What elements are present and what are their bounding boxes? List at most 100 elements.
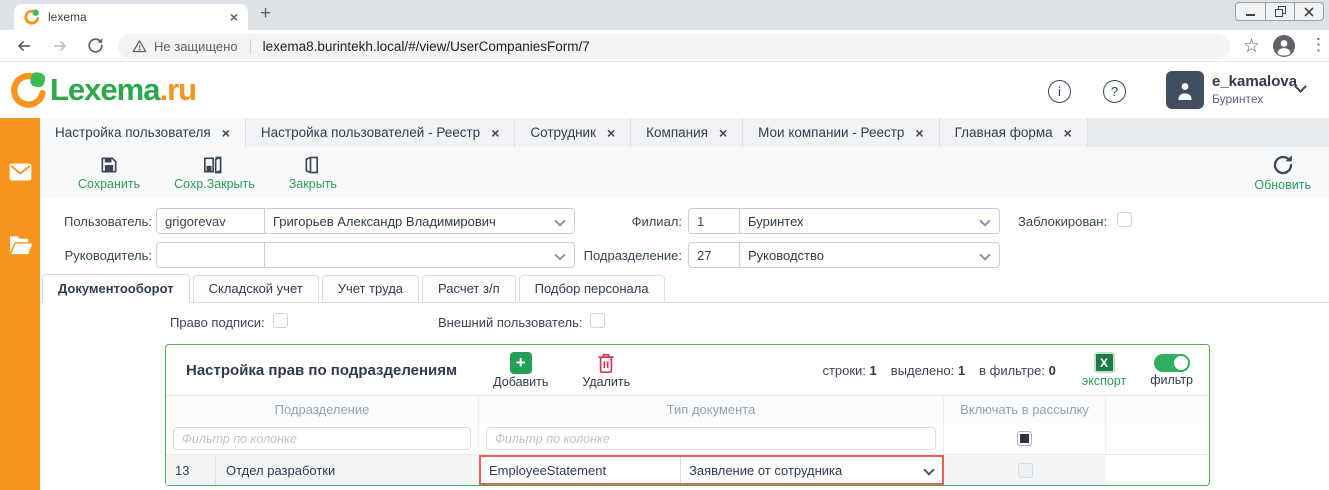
bookmark-star-icon[interactable]: ☆ bbox=[1243, 35, 1260, 58]
row-doc-type-cell-selected[interactable]: Заявление от сотрудника bbox=[479, 455, 944, 485]
save-close-button[interactable]: Сохр.Закрыть bbox=[174, 155, 255, 191]
tab-my-companies-registry[interactable]: Мои компании - Реестр× bbox=[743, 118, 939, 147]
department-code-input[interactable] bbox=[689, 243, 740, 267]
row-department-cell[interactable]: 13 Отдел разработки bbox=[166, 455, 479, 485]
blocked-label: Заблокирован: bbox=[1018, 214, 1107, 229]
form-toolbar: Сохранить Сохр.Закрыть Закрыть Обновить bbox=[40, 147, 1329, 198]
security-label[interactable]: Не защищено bbox=[154, 39, 238, 54]
delete-row-button[interactable]: Удалить bbox=[582, 352, 630, 389]
subtab-warehouse[interactable]: Складской учет bbox=[193, 275, 319, 302]
filter-toggle[interactable]: фильтр bbox=[1150, 354, 1193, 387]
add-row-button[interactable]: + Добавить bbox=[493, 352, 548, 389]
tab-close-icon[interactable]: × bbox=[222, 126, 230, 140]
url-field[interactable]: Не защищено lexema8.burintekh.local/#/vi… bbox=[118, 34, 1230, 59]
user-avatar[interactable] bbox=[1166, 71, 1204, 109]
user-name[interactable]: e_kamalova bbox=[1212, 73, 1297, 90]
branch-combo[interactable]: Буринтех bbox=[688, 208, 1000, 234]
sign-right-checkbox[interactable] bbox=[273, 313, 288, 328]
profile-avatar-icon[interactable] bbox=[1272, 34, 1296, 58]
mailing-checkbox[interactable] bbox=[1018, 463, 1033, 478]
blocked-checkbox[interactable] bbox=[1117, 212, 1132, 227]
chevron-down-icon[interactable] bbox=[979, 215, 990, 226]
column-header-doc-type[interactable]: Тип документа bbox=[479, 396, 944, 423]
excel-icon: X bbox=[1094, 352, 1115, 373]
browser-menu-icon[interactable]: ⋮ bbox=[1310, 35, 1327, 55]
restore-button[interactable] bbox=[1265, 3, 1294, 20]
divider bbox=[250, 39, 251, 54]
branch-code-input[interactable] bbox=[689, 209, 740, 233]
subtab-document-flow[interactable]: Документооборот bbox=[42, 274, 190, 303]
department-combo[interactable]: Руководство bbox=[688, 242, 1000, 268]
help-button[interactable]: ? bbox=[1103, 80, 1126, 103]
close-label: Закрыть bbox=[289, 177, 337, 191]
section-tabs: Документооборот Складской учет Учет труд… bbox=[40, 272, 1329, 303]
folder-icon[interactable] bbox=[9, 235, 33, 255]
subtab-payroll[interactable]: Расчет з/п bbox=[422, 275, 516, 302]
tab-user-settings[interactable]: Настройка пользователя× bbox=[40, 118, 246, 147]
manager-combo[interactable] bbox=[156, 242, 575, 268]
tab-label: Настройка пользователей - Реестр bbox=[261, 125, 480, 140]
tab-close-icon[interactable]: × bbox=[491, 126, 499, 140]
add-label: Добавить bbox=[493, 375, 548, 389]
chevron-down-icon[interactable] bbox=[979, 249, 990, 260]
mail-icon[interactable] bbox=[9, 163, 32, 181]
back-icon[interactable] bbox=[14, 36, 34, 56]
chevron-down-icon[interactable] bbox=[554, 215, 565, 226]
tab-company[interactable]: Компания× bbox=[631, 118, 743, 147]
tab-close-icon[interactable]: × bbox=[230, 10, 238, 24]
column-header-mailing[interactable]: Включать в рассылку bbox=[944, 396, 1106, 423]
left-sidebar bbox=[0, 118, 40, 490]
forward-icon[interactable] bbox=[50, 36, 70, 56]
close-window-button[interactable] bbox=[1294, 3, 1323, 20]
doc-type-filter-input[interactable] bbox=[486, 427, 936, 450]
browser-tab[interactable]: lexema × bbox=[14, 4, 248, 30]
export-button[interactable]: X экспорт bbox=[1082, 352, 1126, 388]
sign-right-label: Право подписи: bbox=[170, 315, 265, 330]
subtab-labor[interactable]: Учет труда bbox=[322, 275, 419, 302]
selected-counter: выделено: 1 bbox=[891, 363, 965, 378]
reload-icon[interactable] bbox=[86, 36, 105, 55]
subtab-recruiting[interactable]: Подбор персонала bbox=[519, 275, 665, 302]
row-empty-cell bbox=[1106, 455, 1209, 485]
user-combo[interactable]: Григорьев Александр Владимирович bbox=[156, 208, 575, 234]
manager-code-input[interactable] bbox=[157, 243, 265, 267]
options-row: Право подписи: Внешний пользователь: bbox=[40, 303, 1329, 341]
tab-close-icon[interactable]: × bbox=[607, 126, 615, 140]
refresh-button[interactable]: Обновить bbox=[1254, 153, 1311, 192]
external-user-checkbox[interactable] bbox=[590, 313, 605, 328]
url-text[interactable]: lexema8.burintekh.local/#/view/UserCompa… bbox=[263, 39, 590, 54]
tab-employee[interactable]: Сотрудник × bbox=[515, 118, 631, 147]
department-filter-input[interactable] bbox=[173, 427, 471, 450]
doc-type-name-value: Заявление от сотрудника bbox=[681, 457, 925, 483]
doc-type-code-input[interactable] bbox=[481, 457, 681, 483]
user-code-input[interactable] bbox=[157, 209, 265, 233]
chevron-down-icon[interactable] bbox=[923, 464, 934, 475]
info-button[interactable]: i bbox=[1048, 80, 1071, 103]
app-header: Lexema.ru i ? e_kamalova Буринтех bbox=[0, 62, 1329, 118]
new-tab-button[interactable]: + bbox=[260, 3, 271, 25]
table-row[interactable]: 13 Отдел разработки Заявление от сотрудн… bbox=[166, 454, 1209, 485]
tab-close-icon[interactable]: × bbox=[719, 126, 727, 140]
chevron-down-icon[interactable] bbox=[554, 249, 565, 260]
column-header-department[interactable]: Подразделение bbox=[166, 396, 479, 423]
row-mailing-cell[interactable] bbox=[944, 455, 1106, 485]
grid-filter-row bbox=[166, 423, 1209, 454]
close-button[interactable]: Закрыть bbox=[289, 155, 337, 191]
lexema-logo-icon bbox=[10, 71, 48, 109]
tab-main-form[interactable]: Главная форма× bbox=[940, 118, 1088, 147]
filter-label: фильтр bbox=[1150, 373, 1193, 387]
export-label: экспорт bbox=[1082, 374, 1126, 388]
tab-close-icon[interactable]: × bbox=[1064, 126, 1072, 140]
panel-title: Настройка прав по подразделениям bbox=[186, 362, 457, 379]
lexema-favicon-icon bbox=[24, 9, 40, 25]
toggle-on-icon[interactable] bbox=[1154, 354, 1190, 372]
mailing-filter-checkbox[interactable] bbox=[1017, 431, 1032, 446]
save-button[interactable]: Сохранить bbox=[78, 155, 140, 191]
tab-users-registry[interactable]: Настройка пользователей - Реестр × bbox=[246, 118, 516, 147]
lexema-logo[interactable]: Lexema.ru bbox=[10, 71, 196, 109]
tab-label: Сотрудник bbox=[530, 125, 596, 140]
browser-window: lexema × + Не защищено lexema8.burintekh… bbox=[0, 0, 1329, 490]
tab-close-icon[interactable]: × bbox=[915, 126, 923, 140]
minimize-button[interactable] bbox=[1236, 3, 1265, 20]
row-id: 13 bbox=[166, 455, 216, 485]
